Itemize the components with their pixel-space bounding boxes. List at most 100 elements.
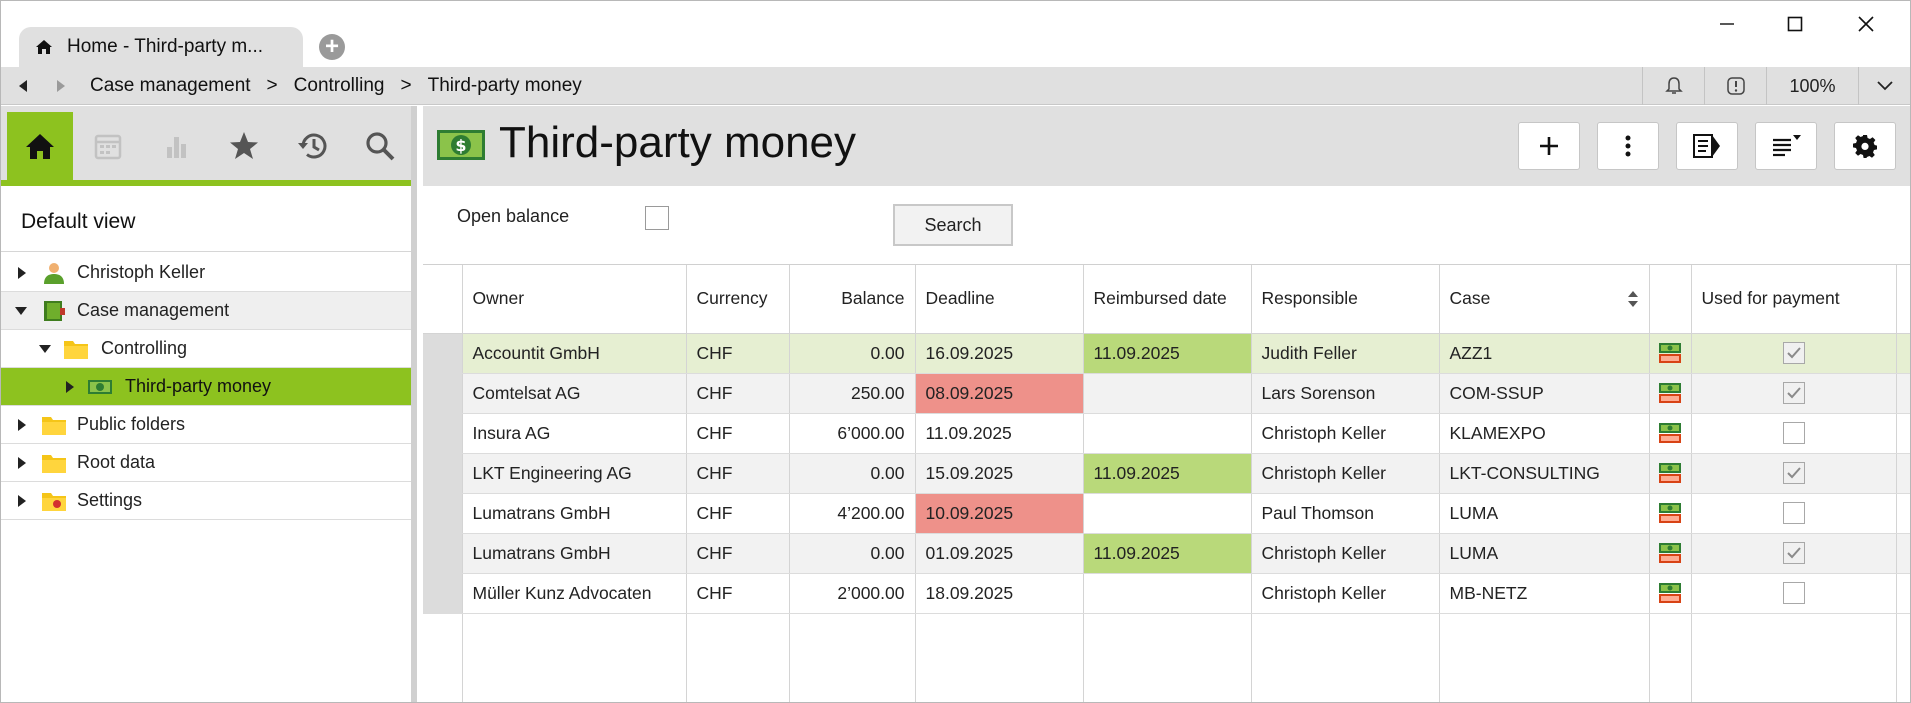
column-header-case[interactable]: Case xyxy=(1439,265,1650,334)
column-header-balance[interactable]: Balance xyxy=(789,265,916,334)
cell-balance: 0.00 xyxy=(789,533,916,574)
alert-icon[interactable] xyxy=(1704,67,1766,105)
checkmark-icon xyxy=(1786,467,1801,479)
sidebar-tab-history[interactable] xyxy=(279,112,345,180)
column-header-deadline[interactable]: Deadline xyxy=(915,265,1084,334)
zoom-level[interactable]: 100% xyxy=(1766,67,1858,105)
tree-item-settings[interactable]: Settings xyxy=(1,482,411,520)
used-for-payment-checkbox[interactable] xyxy=(1782,502,1805,525)
tree-item-christoph-keller[interactable]: Christoph Keller xyxy=(1,254,411,292)
sidebar-tab-home[interactable] xyxy=(7,112,73,180)
column-header-responsible[interactable]: Responsible xyxy=(1251,265,1440,334)
table-row[interactable]: Insura AG CHF 6’000.00 11.09.2025 Christoph … xyxy=(423,413,1910,454)
sidebar-tab-favorites[interactable] xyxy=(211,112,277,180)
tree-item-controlling[interactable]: Controlling xyxy=(1,330,411,368)
empty-cell xyxy=(1649,613,1692,702)
table-row[interactable]: Lumatrans GmbH CHF 4’200.00 10.09.2025 Paul … xyxy=(423,493,1910,534)
tree-item-public-folders[interactable]: Public folders xyxy=(1,406,411,444)
cell-responsible: Christoph Keller xyxy=(1251,573,1440,614)
table-row[interactable]: Comtelsat AG CHF 250.00 08.09.2025 Lars Sore… xyxy=(423,373,1910,414)
add-button[interactable] xyxy=(1518,122,1580,170)
tree-item-case-management[interactable]: Case management xyxy=(1,292,411,330)
cell-responsible: Judith Feller xyxy=(1251,333,1440,374)
empty-cell xyxy=(1691,613,1897,702)
bell-icon[interactable] xyxy=(1642,67,1704,105)
cell-type-icon xyxy=(1649,333,1692,374)
chevron-down-icon[interactable] xyxy=(1858,67,1910,105)
cell-responsible: Christoph Keller xyxy=(1251,413,1440,454)
cell-case: LUMA xyxy=(1439,493,1650,534)
row-selector[interactable] xyxy=(423,333,463,374)
minimize-icon[interactable] xyxy=(1695,9,1759,39)
sidebar-tab-calendar[interactable] xyxy=(75,112,141,180)
column-header-currency[interactable]: Currency xyxy=(686,265,790,334)
cell-owner: LKT Engineering AG xyxy=(462,453,687,494)
breadcrumb: Case management > Controlling > Third-pa… xyxy=(90,67,582,105)
back-arrow-icon[interactable] xyxy=(13,76,33,96)
app-window: Home - Third-party m... + Case managemen… xyxy=(0,0,1911,703)
column-header-case-label: Case xyxy=(1449,288,1491,309)
used-for-payment-checkbox[interactable] xyxy=(1782,542,1805,565)
expand-arrow-icon[interactable] xyxy=(17,266,27,279)
expand-arrow-icon[interactable] xyxy=(17,494,27,507)
home-icon xyxy=(26,134,54,159)
breadcrumb-item-case-management[interactable]: Case management xyxy=(90,75,251,97)
column-header-reimbursed-date[interactable]: Reimbursed date xyxy=(1083,265,1252,334)
expand-arrow-icon[interactable] xyxy=(17,418,27,431)
maximize-icon[interactable] xyxy=(1763,9,1827,39)
page-title: Third-party money xyxy=(499,118,857,167)
expand-arrow-icon[interactable] xyxy=(17,456,27,469)
cell-deadline: 11.09.2025 xyxy=(915,413,1084,454)
settings-button[interactable] xyxy=(1834,122,1896,170)
close-icon[interactable] xyxy=(1834,9,1898,39)
search-button[interactable]: Search xyxy=(893,204,1013,246)
more-options-button[interactable] xyxy=(1597,122,1659,170)
detail-panel-button[interactable] xyxy=(1676,122,1738,170)
cell-spacer xyxy=(1896,493,1910,534)
plus-icon[interactable]: + xyxy=(319,34,345,60)
title-bar: Home - Third-party m... + xyxy=(1,1,1910,67)
cell-reimbursed-date xyxy=(1083,493,1252,534)
used-for-payment-checkbox[interactable] xyxy=(1782,382,1805,405)
results-table: Owner Currency Balance Deadline Reimburs… xyxy=(423,264,1910,702)
money-icon xyxy=(1659,503,1681,523)
breadcrumb-item-third-party-money[interactable]: Third-party money xyxy=(428,75,582,97)
home-icon xyxy=(36,40,52,54)
cell-type-icon xyxy=(1649,573,1692,614)
table-row[interactable]: Müller Kunz Advocaten CHF 2’000.00 18.09.20… xyxy=(423,573,1910,614)
used-for-payment-checkbox[interactable] xyxy=(1782,342,1805,365)
row-selector[interactable] xyxy=(423,453,463,494)
column-header-type-icon xyxy=(1649,265,1692,334)
column-header-used-for-payment[interactable]: Used for payment xyxy=(1691,265,1897,334)
list-sort-button[interactable] xyxy=(1755,122,1817,170)
sidebar-tab-search[interactable] xyxy=(347,112,413,180)
table-row[interactable]: Accountit GmbH CHF 0.00 16.09.2025 11.09.202… xyxy=(423,333,1910,374)
row-selector[interactable] xyxy=(423,493,463,534)
open-balance-checkbox[interactable] xyxy=(645,206,669,230)
breadcrumb-item-controlling[interactable]: Controlling xyxy=(294,75,385,97)
sort-icon[interactable] xyxy=(1627,290,1639,308)
collapse-arrow-icon[interactable] xyxy=(39,344,51,354)
cell-reimbursed-date xyxy=(1083,373,1252,414)
row-selector[interactable] xyxy=(423,573,463,614)
browser-tab-home[interactable]: Home - Third-party m... xyxy=(19,27,303,67)
row-selector[interactable] xyxy=(423,533,463,574)
cell-currency: CHF xyxy=(686,373,790,414)
cell-spacer xyxy=(1896,373,1910,414)
cell-responsible: Christoph Keller xyxy=(1251,453,1440,494)
used-for-payment-checkbox[interactable] xyxy=(1782,582,1805,605)
used-for-payment-checkbox[interactable] xyxy=(1782,462,1805,485)
table-row[interactable]: LKT Engineering AG CHF 0.00 15.09.2025 11.09… xyxy=(423,453,1910,494)
forward-arrow-icon[interactable] xyxy=(51,76,71,96)
row-selector[interactable] xyxy=(423,413,463,454)
table-row[interactable]: Lumatrans GmbH CHF 0.00 01.09.2025 11.09.202… xyxy=(423,533,1910,574)
used-for-payment-checkbox[interactable] xyxy=(1782,422,1805,445)
column-header-owner[interactable]: Owner xyxy=(462,265,687,334)
expand-arrow-icon[interactable] xyxy=(65,380,75,393)
row-selector[interactable] xyxy=(423,373,463,414)
sidebar-tab-statistics[interactable] xyxy=(143,112,209,180)
cell-reimbursed-date: 11.09.2025 xyxy=(1083,453,1252,494)
tree-item-root-data[interactable]: Root data xyxy=(1,444,411,482)
collapse-arrow-icon[interactable] xyxy=(15,306,27,316)
tree-item-third-party-money[interactable]: Third-party money xyxy=(1,368,411,406)
